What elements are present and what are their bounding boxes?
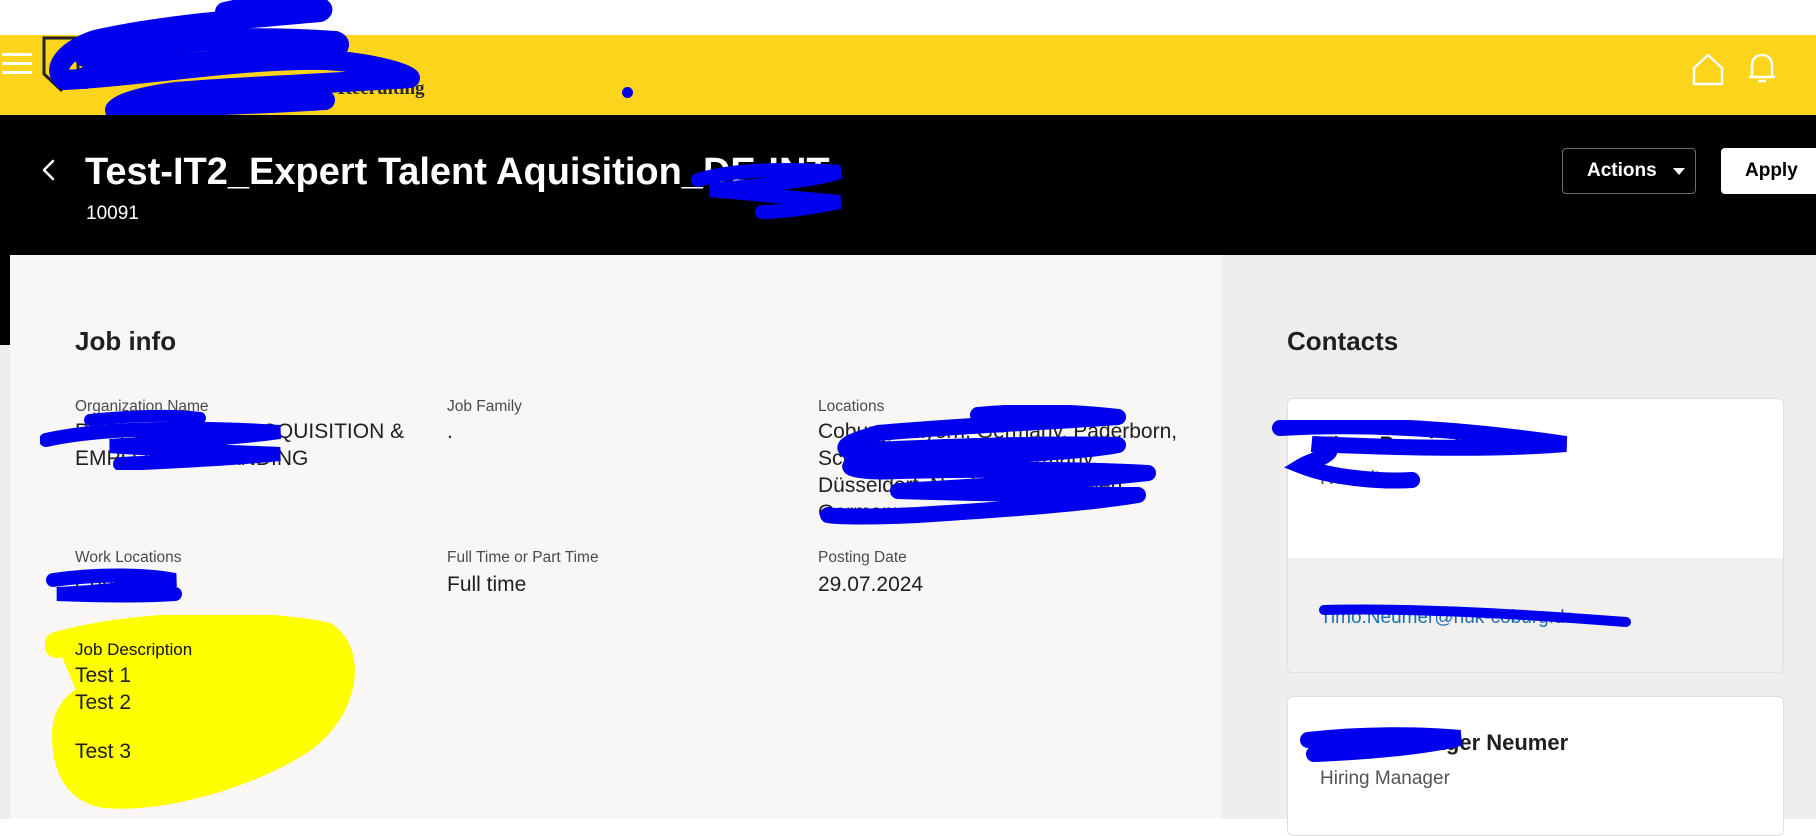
left-edge-grey (0, 345, 10, 819)
contact-card-hiring-manager (1287, 696, 1784, 836)
company-logo[interactable]: Recruiting (38, 34, 425, 104)
job-id: 10091 (86, 203, 139, 224)
contact-name-2: Hiring Manager Neumer (1320, 730, 1569, 755)
organization-label: Organization Name (75, 398, 209, 415)
work-locations-label: Work Locations (75, 549, 182, 566)
actions-button-label: Actions (1587, 160, 1657, 181)
posting-date-label: Posting Date (818, 549, 907, 566)
job-info-title: Job info (75, 326, 177, 356)
organization-value-line2: EMPLOYER BRANDING (75, 447, 309, 470)
organization-value-line1: PEOPLE TALENT ACQUISITION & (75, 420, 405, 443)
hamburger-icon[interactable] (2, 53, 32, 79)
apply-button[interactable]: Apply (1721, 148, 1816, 194)
contact-role-2: Hiring Manager (1320, 768, 1450, 789)
work-locations-value: Coburg (75, 573, 144, 596)
job-description-line-1: Test 1 (75, 664, 132, 687)
bell-icon[interactable] (1744, 50, 1780, 86)
locations-line-2: Schleswig-Holstein, Germany, (818, 447, 1098, 470)
browser-top-strip (0, 0, 1816, 35)
job-title: Test-IT2_Expert Talent Aquisition_DE-INT (85, 151, 830, 193)
contact-name-1: Timo-Dominik Neumer (1320, 432, 1555, 457)
fulltime-label: Full Time or Part Time (447, 549, 599, 566)
back-chevron-icon[interactable] (36, 155, 62, 185)
contacts-title: Contacts (1287, 326, 1399, 356)
locations-line-4: Germany (818, 501, 905, 524)
job-description-line-2: Test 2 (75, 691, 132, 714)
fulltime-value: Full time (447, 573, 527, 596)
job-family-label: Job Family (447, 398, 522, 415)
locations-line-3: Düsseldorf, Nordrhein-Westfalen, (818, 474, 1129, 497)
status-dot (622, 87, 633, 98)
locations-line-1: Coburg, Bayern, Germany, Paderborn, (818, 420, 1178, 443)
job-info-panel (10, 255, 1222, 819)
job-family-value: . (447, 420, 453, 443)
job-description-label: Job Description (75, 640, 193, 659)
left-edge (0, 255, 10, 345)
actions-button[interactable]: Actions (1562, 148, 1696, 194)
caret-down-icon (1672, 167, 1685, 175)
home-icon[interactable] (1690, 52, 1726, 86)
logo-subtext: Recruiting (338, 78, 425, 99)
contact-role-1: Recruiter (1320, 468, 1398, 489)
job-description-line-3: Test 3 (75, 740, 132, 763)
posting-date-value: 29.07.2024 (818, 573, 924, 596)
locations-label: Locations (818, 398, 885, 415)
contact-email-link[interactable]: Timo.Neumer@huk-coburg.de (1320, 607, 1575, 629)
job-header: Test-IT2_Expert Talent Aquisition_DE-INT… (0, 115, 1816, 255)
